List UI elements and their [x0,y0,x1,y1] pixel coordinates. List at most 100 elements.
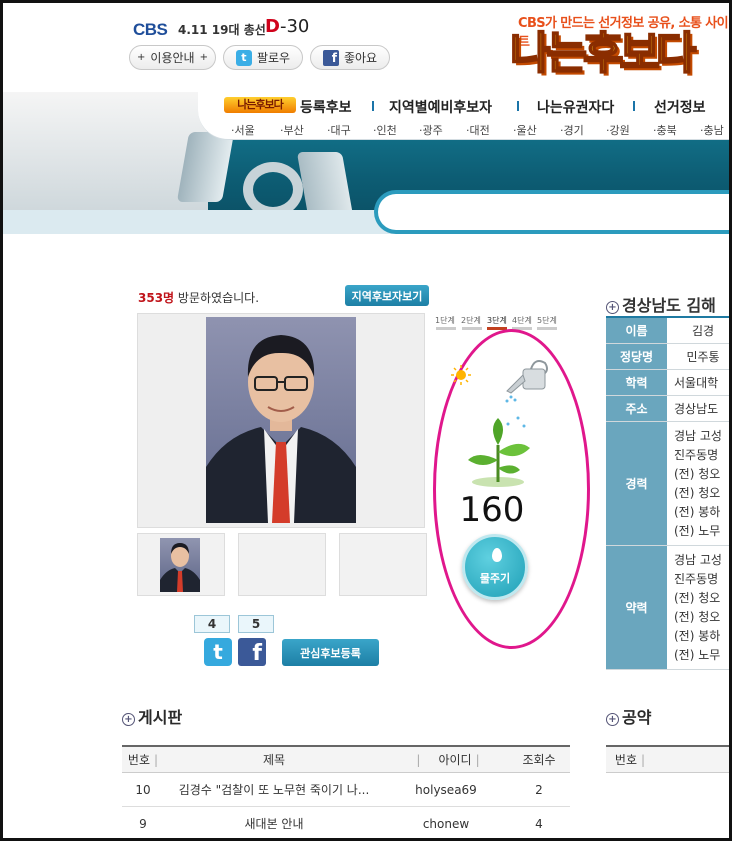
profile-value: 경남 고성 진주동명 (전) 청오 (전) 청오 (전) 봉하 (전) 노무 [674,552,722,662]
thumbnail-3[interactable] [339,533,427,596]
row-id: chonew [422,816,470,831]
row-no: 9 [139,816,147,831]
nav-item-voter[interactable]: 나는유권자다 [537,97,614,117]
dday-value: -30 [279,16,310,37]
water-count: 160 [459,490,525,530]
table-row[interactable]: 10 김경수 "검찰이 또 노무현 죽이기 나... holysea69 2 [122,773,570,807]
pledge-header-row: 번호 | [606,747,732,773]
profile-label: 학력 [606,370,668,395]
nav-divider [372,101,374,111]
region-candidates-button[interactable]: 지역후보자보기 [345,285,429,306]
nav-item-info[interactable]: 선거정보 [654,97,706,117]
facebook-count: 5 [238,615,274,633]
header-subject: 제목 [262,753,286,767]
region-daegu[interactable]: ·대구 [327,122,351,138]
profile-row-history: 약력 경남 고성 진주동명 (전) 청오 (전) 청오 (전) 봉하 (전) 노무 [606,546,732,670]
curve-graphic [243,162,303,217]
water-button-label: 물주기 [479,572,511,585]
facebook-share-icon[interactable]: f [238,638,266,666]
growth-step-5[interactable]: 5단계 [537,315,557,326]
facebook-icon: f [322,49,339,66]
banner-graphic [3,92,208,210]
step-indicator [436,327,456,330]
step-indicator [537,327,557,330]
profile-value: 서울대학 [674,376,719,390]
header-no: 번호 | [127,753,159,767]
profile-row-career: 경력 경남 고성 진주동명 (전) 청오 (전) 청오 (전) 봉하 (전) 노무 [606,422,732,546]
region-seoul[interactable]: ·서울 [231,122,255,138]
candidate-photo [206,317,356,523]
nav-divider [633,101,635,111]
search-input[interactable] [374,190,732,234]
water-button[interactable]: 물주기 [462,534,528,600]
guide-label: 이용안내 [150,51,195,65]
dday-counter: D-30 [265,16,309,37]
growth-step-4[interactable]: 4단계 [512,315,532,326]
profile-table: 이름 김경 정당명 민주통 학력 서울대학 주소 경상남도 경력 경남 고성 진주동명 (전… [606,316,732,670]
election-label: 4.11 19대 총선 [178,23,266,37]
board-header-row: 번호 | 제목 | 아이디 | 조회수 [122,747,570,773]
site-logo[interactable]: 나는후보다 [510,28,732,80]
nav-item-registered[interactable]: 등록후보 [300,97,352,117]
region-chungbuk[interactable]: ·충북 [653,122,677,138]
like-label: 좋아요 [343,51,378,65]
growth-step-3[interactable]: 3단계 [487,315,507,326]
thumbnail-photo [160,538,200,592]
plus-icon: + [137,52,146,63]
twitter-share-icon[interactable]: t [204,638,232,666]
visitor-counter: 353명 방문하였습니다. [138,289,259,306]
water-drop-icon [492,548,502,562]
cbs-logo[interactable]: CBS [133,20,168,40]
visitor-count: 353명 [138,291,175,305]
twitter-count: 4 [194,615,230,633]
region-gangwon[interactable]: ·강원 [606,122,630,138]
profile-row-name: 이름 김경 [606,318,732,344]
thumbnail-1[interactable] [137,533,225,596]
follow-label: 팔로우 [256,51,291,65]
facebook-like-button[interactable]: f 좋아요 [310,45,390,70]
plus-icon: + [199,52,208,63]
plus-circle-icon: + [606,713,619,726]
region-incheon[interactable]: ·인천 [373,122,397,138]
table-row[interactable]: 9 새대본 안내 chonew 4 [122,807,570,841]
region-gwangju[interactable]: ·광주 [419,122,443,138]
region-gyeonggi[interactable]: ·경기 [560,122,584,138]
nav-divider [517,101,519,111]
twitter-follow-button[interactable]: t 팔로우 [223,45,303,70]
step-indicator [462,327,482,330]
plus-circle-icon: + [606,301,619,314]
growth-step-2[interactable]: 2단계 [461,315,481,326]
row-subject-link[interactable]: 새대본 안내 [164,815,384,832]
region-busan[interactable]: ·부산 [280,122,304,138]
profile-row-party: 정당명 민주통 [606,344,732,370]
plant-sprout-icon [458,410,538,493]
nav-item-regional[interactable]: 지역별예비후보자 [389,97,492,117]
sun-icon [451,365,471,388]
header-id: | 아이디 | [416,753,480,767]
region-chungnam[interactable]: ·충남 [700,122,724,138]
profile-row-address: 주소 경상남도 [606,396,732,422]
profile-label: 주소 [606,396,668,421]
region-daejeon[interactable]: ·대전 [466,122,490,138]
row-views: 4 [535,816,543,831]
profile-row-education: 학력 서울대학 [606,370,732,396]
board-table: 번호 | 제목 | 아이디 | 조회수 10 김경수 "검찰이 또 노무현 죽이기 나… [122,745,570,841]
row-subject-link[interactable]: 김경수 "검찰이 또 노무현 죽이기 나... [164,781,384,798]
profile-label: 경력 [606,422,668,545]
pledge-header-no: 번호 | [614,753,646,767]
watch-candidate-button[interactable]: 관심후보등록 [282,639,379,666]
pledge-title: + 공약 [606,704,651,728]
plus-circle-icon: + [122,713,135,726]
row-id: holysea69 [415,782,477,797]
row-views: 2 [535,782,543,797]
profile-value: 경남 고성 진주동명 (전) 청오 (전) 청오 (전) 봉하 (전) 노무 [674,428,722,538]
guide-button[interactable]: + 이용안내 + [129,45,216,70]
growth-step-1[interactable]: 1단계 [435,315,455,326]
watering-can-icon [505,355,557,406]
nav-logo[interactable]: 나는후보다 [224,97,296,113]
profile-label: 이름 [606,318,668,343]
header-views: 조회수 [522,753,556,767]
twitter-icon: t [235,49,252,66]
thumbnail-2[interactable] [238,533,326,596]
region-ulsan[interactable]: ·울산 [513,122,537,138]
